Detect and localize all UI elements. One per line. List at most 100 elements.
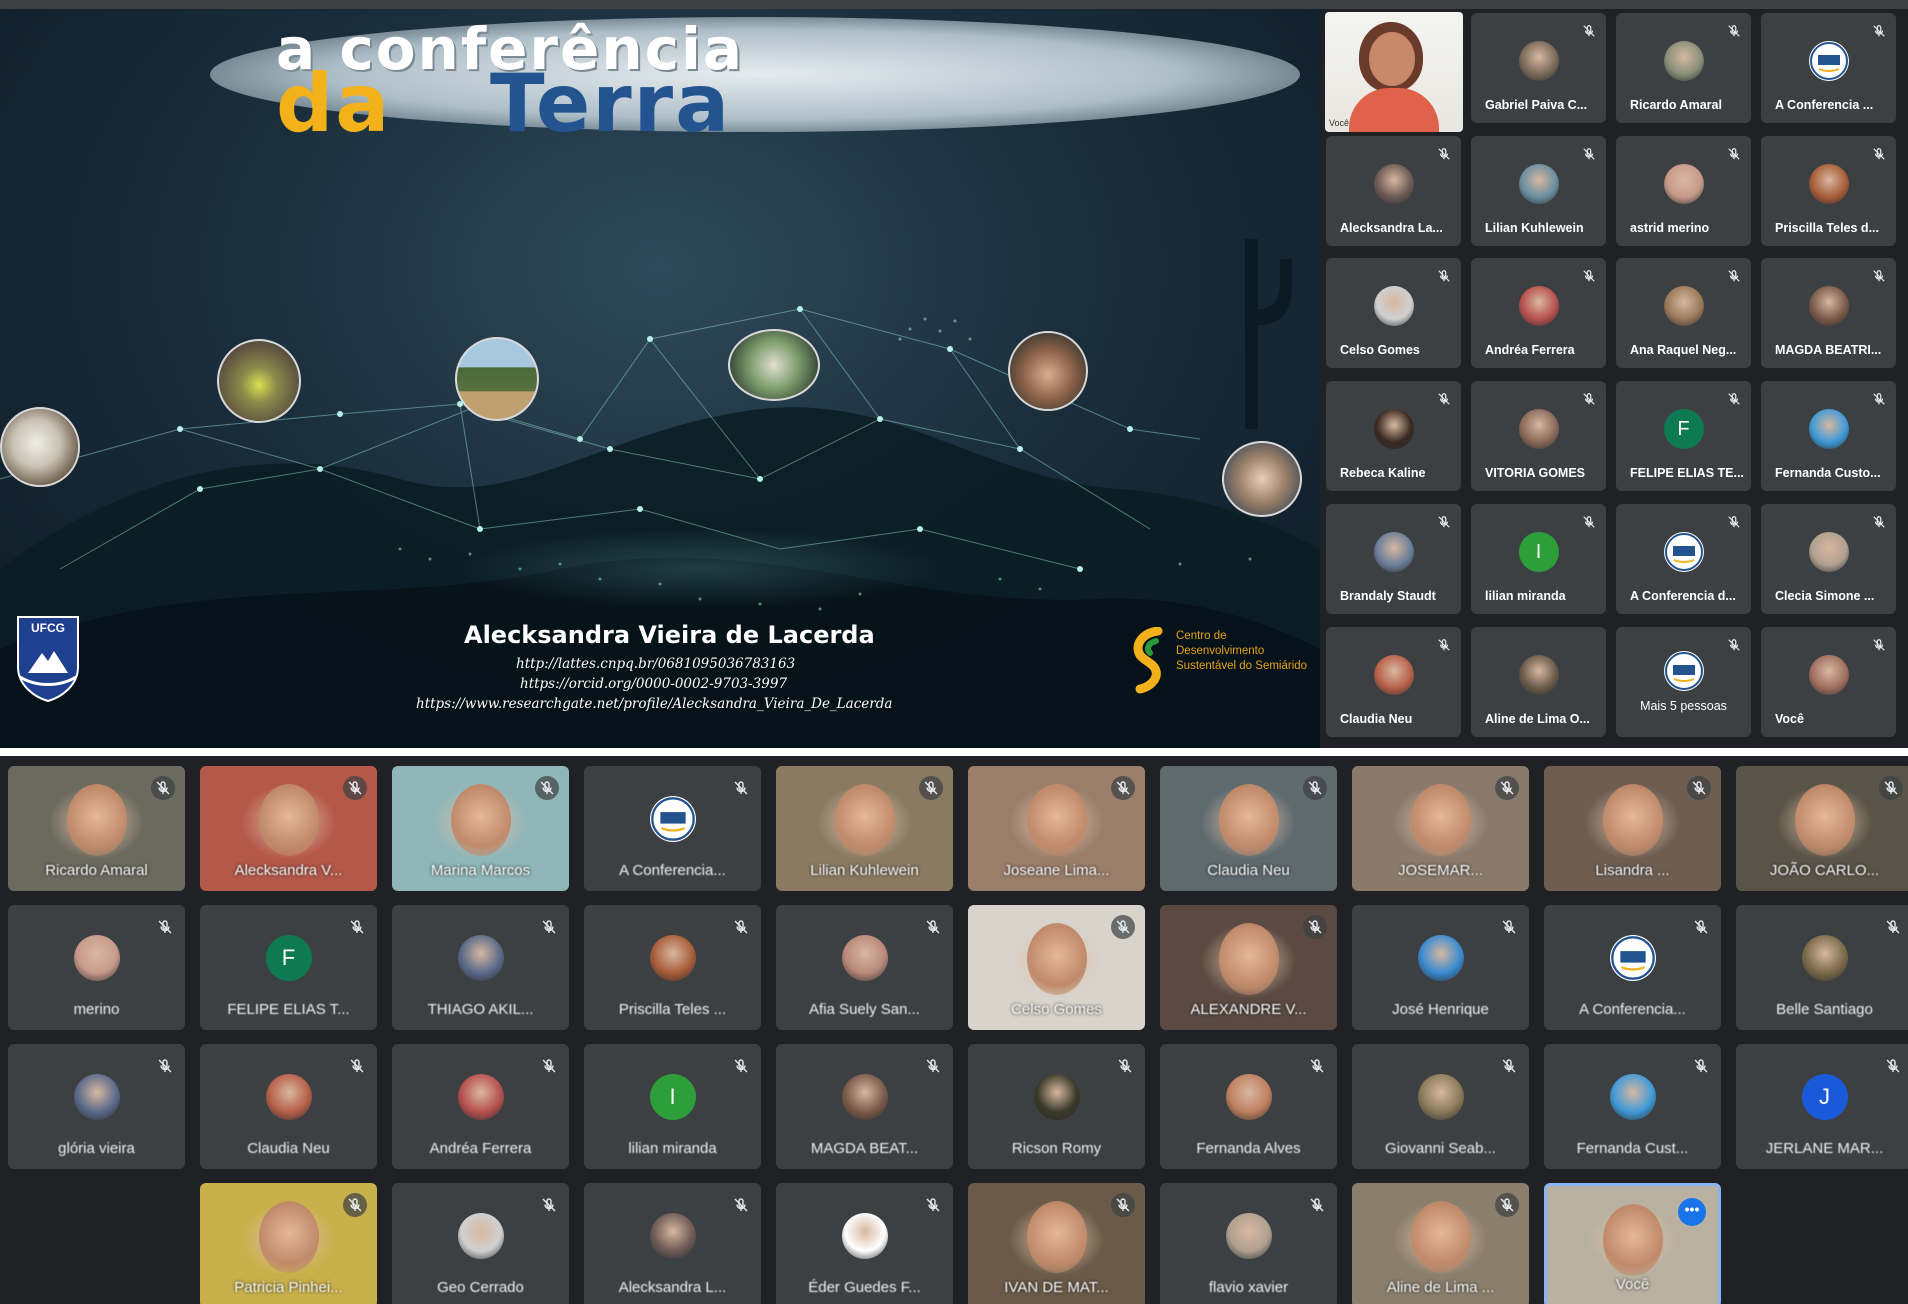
participant-tile[interactable]: Claudia Neu <box>1160 766 1337 891</box>
mic-off-icon <box>1111 915 1135 939</box>
participant-tile[interactable]: Lilian Kuhlewein <box>776 766 953 891</box>
self-video-tile[interactable]: Você <box>1325 12 1463 132</box>
orcid-link: https://orcid.org/0000-0002-9703-3997 <box>520 676 788 692</box>
participant-tile[interactable]: ALEXANDRE V... <box>1160 905 1337 1030</box>
speaker-name: Alecksandra Vieira de Lacerda <box>464 621 875 649</box>
participant-tile[interactable]: Geo Cerrado <box>392 1183 569 1304</box>
participant-tile[interactable]: Andréa Ferrera <box>1471 258 1606 368</box>
participant-tile[interactable]: Brandaly Staudt <box>1326 504 1461 614</box>
participant-name: Aline de Lima ... <box>1386 1279 1495 1296</box>
window-top-strip <box>0 0 1908 9</box>
participant-tile[interactable]: Afia Suely San... <box>776 905 953 1030</box>
participant-tile[interactable]: F FELIPE ELIAS TE... <box>1616 381 1751 491</box>
participant-tile[interactable]: JOÃO CARLO... <box>1736 766 1908 891</box>
participant-name: A Conferencia... <box>619 862 726 879</box>
participant-tile[interactable]: Rebeca Kaline <box>1326 381 1461 491</box>
participant-tile[interactable]: JOSEMAR... <box>1352 766 1529 891</box>
participant-tile[interactable]: Priscilla Teles ... <box>584 905 761 1030</box>
participant-tile[interactable]: THIAGO AKIL... <box>392 905 569 1030</box>
participant-tile[interactable]: Belle Santiago <box>1736 905 1908 1030</box>
avatar <box>1808 286 1849 326</box>
participant-tile[interactable]: Você <box>1761 627 1896 737</box>
participant-name: Fernanda Cust... <box>1576 1140 1689 1157</box>
mic-off-icon <box>541 1197 557 1213</box>
mic-off-icon <box>157 919 173 935</box>
avatar <box>1417 1073 1464 1120</box>
video-feed <box>1602 784 1663 856</box>
mic-off-icon <box>1872 638 1886 652</box>
slide-title-da: da <box>276 57 392 150</box>
participant-tile[interactable]: Ililian miranda <box>584 1044 761 1169</box>
participant-tile[interactable]: glória vieira <box>8 1044 185 1169</box>
participant-tile[interactable]: Giovanni Seab... <box>1352 1044 1529 1169</box>
participant-tile[interactable]: IVAN DE MAT... <box>968 1183 1145 1304</box>
participant-tile[interactable]: A Conferencia d... <box>1616 504 1751 614</box>
participant-tile[interactable]: Aline de Lima ... <box>1352 1183 1529 1304</box>
participant-tile[interactable]: Patricia Pinhei... <box>200 1183 377 1304</box>
participant-tile[interactable]: Alecksandra La... <box>1326 136 1461 246</box>
participant-tile[interactable]: Fernanda Alves <box>1160 1044 1337 1169</box>
mic-off-icon <box>1501 919 1517 935</box>
photo-group-field <box>728 329 820 401</box>
participant-name: Mais 5 pessoas <box>1640 699 1727 713</box>
participant-tile[interactable]: Lilian Kuhlewein <box>1471 136 1606 246</box>
participant-tile[interactable]: Lisandra ... <box>1544 766 1721 891</box>
participant-tile[interactable]: Priscilla Teles d... <box>1761 136 1896 246</box>
participant-tile[interactable]: VITORIA GOMES <box>1471 381 1606 491</box>
participant-tile[interactable]: J JERLANE MAR... <box>1736 1044 1908 1169</box>
participant-name: JOSEMAR... <box>1397 862 1483 879</box>
participant-tile[interactable]: MAGDA BEATRI... <box>1761 258 1896 368</box>
participant-name: Marina Marcos <box>430 862 531 879</box>
mic-off-icon <box>919 776 943 800</box>
participant-tile[interactable]: Celso Gomes <box>1326 258 1461 368</box>
participant-tile[interactable]: Éder Guedes F... <box>776 1183 953 1304</box>
participant-tile[interactable]: Ililian miranda <box>1471 504 1606 614</box>
participant-name: Ricardo Amaral <box>45 862 148 879</box>
participant-tile[interactable]: Claudia Neu <box>1326 627 1461 737</box>
top-meeting-view: a conferência da Terra UFCG Alecksandra … <box>0 0 1908 748</box>
participant-tile[interactable]: Claudia Neu <box>200 1044 377 1169</box>
participant-tile[interactable]: Celso Gomes <box>968 905 1145 1030</box>
participant-tile[interactable]: A Conferencia ... <box>1761 13 1896 123</box>
participant-tile[interactable]: flavio xavier <box>1160 1183 1337 1304</box>
avatar <box>1518 655 1559 695</box>
participant-name: Patricia Pinhei... <box>234 1279 343 1296</box>
mic-off-icon <box>1693 1058 1709 1074</box>
participant-tile[interactable]: F FELIPE ELIAS T... <box>200 905 377 1030</box>
participant-tile[interactable]: Ricson Romy <box>968 1044 1145 1169</box>
participant-tile[interactable]: Ana Raquel Neg... <box>1616 258 1751 368</box>
participant-name: Claudia Neu <box>1340 712 1413 726</box>
video-feed <box>258 1201 319 1273</box>
participant-tile[interactable]: Alecksandra V... <box>200 766 377 891</box>
participant-name: lilian miranda <box>1485 589 1566 603</box>
participant-tile[interactable]: Marina Marcos <box>392 766 569 891</box>
participant-tile[interactable]: Ricardo Amaral <box>8 766 185 891</box>
participant-tile[interactable]: Joseane Lima... <box>968 766 1145 891</box>
participant-tile[interactable]: astrid merino <box>1616 136 1751 246</box>
participant-name: Gabriel Paiva C... <box>1485 98 1588 112</box>
self-participant-tile[interactable]: Você ••• <box>1544 1183 1721 1304</box>
participant-tile[interactable]: MAGDA BEAT... <box>776 1044 953 1169</box>
participant-tile[interactable]: Aline de Lima O... <box>1471 627 1606 737</box>
avatar <box>1663 164 1704 204</box>
avatar <box>841 1073 888 1120</box>
participant-tile[interactable]: merino <box>8 905 185 1030</box>
avatar <box>1373 655 1414 695</box>
participant-tile[interactable]: Gabriel Paiva C... <box>1471 13 1606 123</box>
avatar <box>649 1212 696 1259</box>
participant-tile[interactable]: A Conferencia... <box>584 766 761 891</box>
participant-tile[interactable]: José Henrique <box>1352 905 1529 1030</box>
more-participants-tile[interactable]: Mais 5 pessoas <box>1616 627 1751 737</box>
participant-tile[interactable]: Clecia Simone ... <box>1761 504 1896 614</box>
participant-tile[interactable]: Ricardo Amaral <box>1616 13 1751 123</box>
avatar <box>1518 41 1559 81</box>
mic-off-icon <box>1727 24 1741 38</box>
participant-tile[interactable]: Andréa Ferrera <box>392 1044 569 1169</box>
participant-tile[interactable]: Fernanda Custo... <box>1761 381 1896 491</box>
participant-name: Afia Suely San... <box>809 1001 920 1018</box>
participant-tile[interactable]: Alecksandra L... <box>584 1183 761 1304</box>
participant-tile[interactable]: A Conferencia... <box>1544 905 1721 1030</box>
participant-tile[interactable]: Fernanda Cust... <box>1544 1044 1721 1169</box>
more-options-icon[interactable]: ••• <box>1678 1198 1706 1226</box>
speaker-shirt <box>1349 88 1439 132</box>
